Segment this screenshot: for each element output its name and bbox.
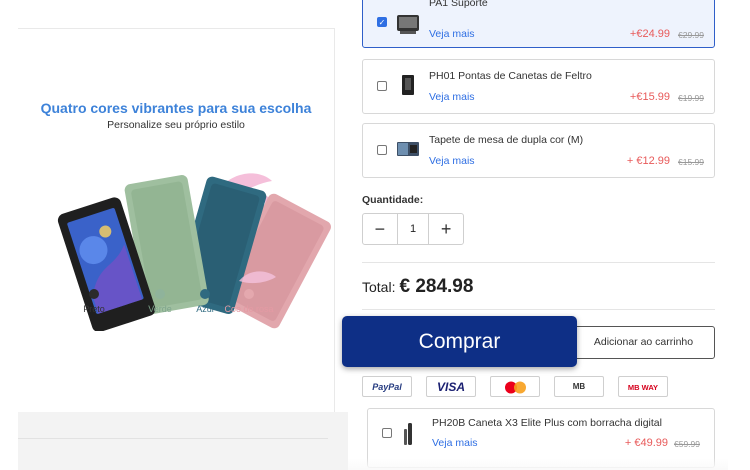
product-page: Quatro cores vibrantes para sua escolha … [0,0,750,470]
bundle-item-name: PH20B Caneta X3 Elite Plus com borracha … [432,417,662,429]
quantity-input[interactable]: 1 [396,214,430,244]
see-more-link[interactable]: Veja mais [432,437,478,449]
bundle-checkbox[interactable] [382,428,392,438]
see-more-link[interactable]: Veja mais [429,91,475,103]
addon-checkbox[interactable] [377,145,387,155]
addon-name: Tapete de mesa de dupla cor (M) [429,134,584,146]
color-promo-panel: Quatro cores vibrantes para sua escolha … [18,28,335,412]
swatch-preto[interactable]: Preto [64,289,124,314]
see-more-link[interactable]: Veja mais [429,155,475,167]
left-gutter [0,0,18,470]
add-to-cart-button[interactable]: Adicionar ao carrinho [560,326,715,359]
bundle-item-old-price: €59.99 [674,439,700,449]
swatch-rosa[interactable]: Coe de rosa [219,289,279,314]
color-dot [200,289,210,299]
mastercard-logo [505,381,526,394]
desk-mat-thumbnail [397,142,419,156]
color-dot [244,289,254,299]
color-dot [155,289,165,299]
color-dot [89,289,99,299]
total-label: Total: [362,279,396,295]
stand-thumbnail [397,15,419,34]
see-more-link[interactable]: Veja mais [429,28,475,40]
quantity-label: Quantidade: [362,194,424,206]
scroll-fade [348,458,728,470]
payment-methods: PayPal VISA MB MB WAY [362,376,682,397]
addon-item[interactable]: ✓ PA1 Suporte Veja mais +€24.99 €29.99 [362,0,715,48]
addon-old-price: €29.99 [678,30,704,40]
visa-icon: VISA [426,376,476,397]
buy-button[interactable]: Comprar [342,316,577,367]
addon-name: PH01 Pontas de Canetas de Feltro [429,70,592,82]
addon-price: + €12.99 [626,155,670,167]
addon-old-price: €15.99 [678,157,704,167]
addon-name: PA1 Suporte [429,0,488,9]
decrease-quantity-button[interactable]: − [363,214,397,244]
increase-quantity-button[interactable]: + [429,214,463,244]
pen-thumbnail [404,423,412,445]
multibanco-icon: MB [554,376,604,397]
addon-price: +€24.99 [629,28,670,40]
left-lower-section [18,412,348,470]
mastercard-icon [490,376,540,397]
addon-item[interactable]: PH01 Pontas de Canetas de Feltro Veja ma… [362,59,715,114]
bundle-item-price: + €49.99 [624,437,668,449]
swatch-label: Coe de rosa [224,304,274,314]
addon-price: +€15.99 [629,91,670,103]
section-divider [18,438,328,439]
addon-item[interactable]: Tapete de mesa de dupla cor (M) Veja mai… [362,123,715,178]
mbway-icon: MB WAY [618,376,668,397]
divider [362,309,715,310]
pen-nibs-thumbnail [402,75,414,95]
promo-title: Quatro cores vibrantes para sua escolha [40,100,312,116]
divider [362,262,715,263]
color-swatches: Preto Verde Azul Coe de rosa [64,289,304,329]
quantity-stepper: − 1 + [362,213,464,245]
promo-subtitle: Personalize seu próprio estilo [107,119,245,131]
swatch-label: Preto [83,304,105,314]
paypal-icon: PayPal [362,376,412,397]
addon-checkbox[interactable]: ✓ [377,17,387,27]
total-amount: € 284.98 [399,276,474,297]
addon-old-price: €19.99 [678,93,704,103]
total-price: Total: € 284.98 [362,276,473,298]
addon-checkbox[interactable] [377,81,387,91]
